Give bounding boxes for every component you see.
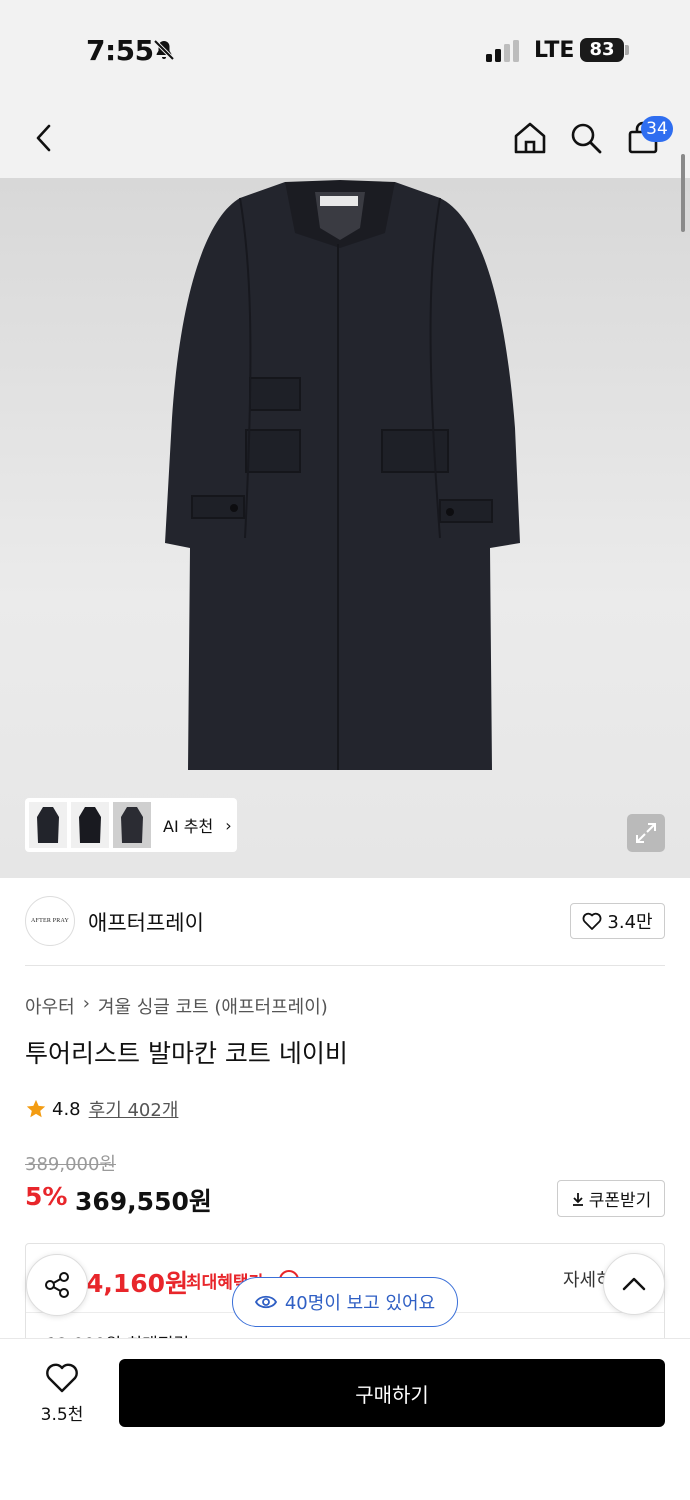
star-icon bbox=[26, 1099, 46, 1118]
chevron-right-icon: › bbox=[225, 815, 232, 835]
status-time: 7:55 bbox=[86, 34, 154, 67]
breadcrumb-category[interactable]: 아우터 bbox=[25, 993, 75, 1019]
scroll-indicator bbox=[681, 154, 685, 232]
wish-count: 3.5천 bbox=[40, 1405, 84, 1425]
heart-icon bbox=[582, 912, 602, 930]
coat-thumbnail-icon bbox=[79, 807, 101, 843]
share-icon bbox=[45, 1272, 69, 1298]
scroll-top-button[interactable] bbox=[603, 1253, 665, 1315]
thumbnail-strip[interactable]: AI 추천 › bbox=[25, 798, 237, 852]
coat-image bbox=[165, 180, 520, 770]
heart-icon[interactable] bbox=[45, 1362, 79, 1394]
download-icon bbox=[572, 1192, 583, 1206]
search-button[interactable] bbox=[566, 116, 606, 160]
share-button[interactable] bbox=[26, 1254, 88, 1316]
brand-logo[interactable]: AFTER PRAY bbox=[25, 896, 75, 946]
cart-count-badge: 34 bbox=[641, 116, 673, 142]
sale-price: 369,550원 bbox=[75, 1187, 212, 1216]
battery-tip bbox=[625, 45, 629, 55]
home-icon bbox=[514, 122, 546, 154]
expand-icon bbox=[636, 823, 656, 843]
divider bbox=[25, 965, 665, 966]
coat-thumbnail-icon bbox=[37, 807, 59, 843]
rating-value: 4.8 bbox=[52, 1098, 81, 1120]
brand-name[interactable]: 애프터프레이 bbox=[88, 907, 204, 937]
brand-like-count: 3.4만 bbox=[607, 912, 653, 933]
discount-rate: 5% bbox=[25, 1182, 68, 1211]
ai-recommend-label[interactable]: AI 추천 bbox=[163, 813, 213, 837]
rating-row: 4.8 후기 402개 bbox=[25, 1096, 178, 1122]
breadcrumb: 아우터 › 겨울 싱글 코트 (애프터프레이) bbox=[25, 993, 328, 1019]
viewers-text: 40명이 보고 있어요 bbox=[284, 1293, 436, 1314]
thumbnail-2[interactable] bbox=[71, 802, 109, 848]
home-button[interactable] bbox=[510, 116, 550, 160]
coupon-button[interactable]: 쿠폰받기 bbox=[557, 1180, 665, 1217]
breadcrumb-separator: › bbox=[82, 993, 90, 1014]
network-type: LTE bbox=[534, 38, 575, 63]
chevron-up-icon bbox=[622, 1277, 646, 1291]
original-price: 389,000원 bbox=[25, 1154, 116, 1175]
back-arrow-icon bbox=[36, 124, 51, 152]
brand-like-button[interactable]: 3.4만 bbox=[570, 903, 665, 939]
search-icon bbox=[571, 123, 602, 154]
max-benefit-price: 4,160원 bbox=[86, 1269, 189, 1298]
expand-image-button[interactable] bbox=[627, 814, 665, 852]
thumbnail-3[interactable] bbox=[113, 802, 151, 848]
buy-button[interactable]: 구매하기 bbox=[119, 1359, 665, 1427]
bell-muted-icon bbox=[153, 39, 175, 61]
eye-icon bbox=[254, 1295, 277, 1309]
viewers-indicator: 40명이 보고 있어요 bbox=[232, 1277, 458, 1327]
product-title: 투어리스트 발마칸 코트 네이비 bbox=[25, 1039, 348, 1068]
battery-indicator: 83 bbox=[580, 38, 624, 62]
coupon-label: 쿠폰받기 bbox=[588, 1191, 652, 1211]
thumbnail-1[interactable] bbox=[29, 802, 67, 848]
product-image[interactable] bbox=[0, 178, 690, 878]
cellular-signal-icon bbox=[486, 40, 519, 62]
coat-thumbnail-icon bbox=[121, 807, 143, 843]
back-button[interactable] bbox=[24, 116, 64, 160]
breadcrumb-subcategory[interactable]: 겨울 싱글 코트 (애프터프레이) bbox=[98, 993, 328, 1019]
review-link[interactable]: 후기 402개 bbox=[89, 1096, 179, 1122]
